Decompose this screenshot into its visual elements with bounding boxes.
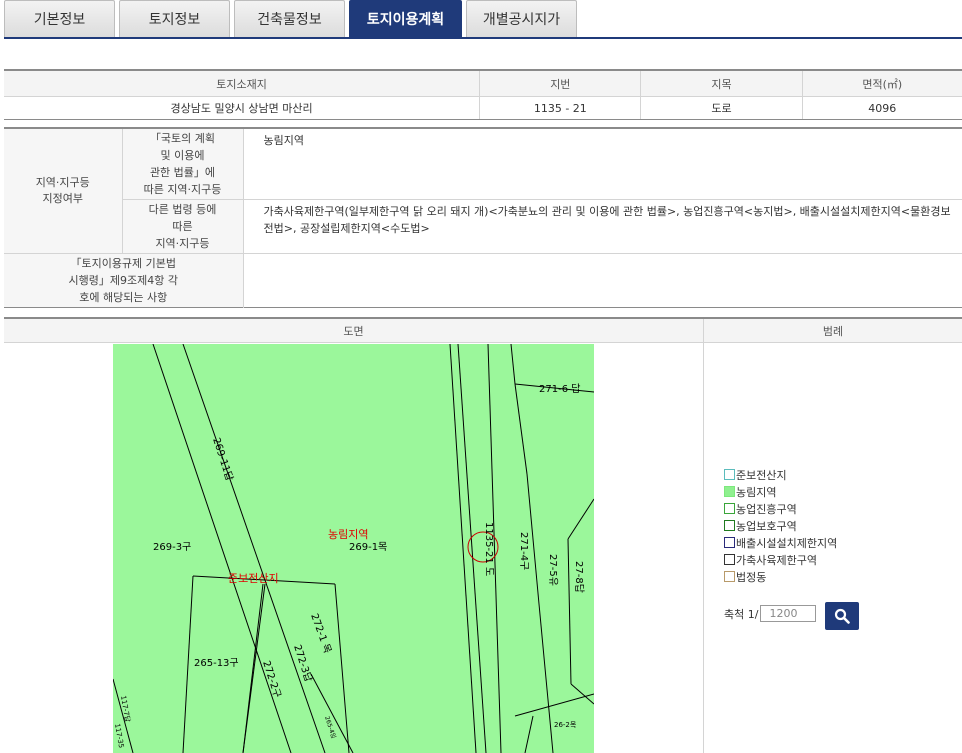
legend-label: 농업보호구역 [736,519,797,533]
zoning-other-law-value: 가축사육제한구역(일부제한구역 닭 오리 돼지 개)<가축분뇨의 관리 및 이용… [243,199,962,254]
legend-item: 준보전산지 [724,466,837,483]
land-table: 토지소재지 지번 지목 면적(㎡) 경상남도 밀양시 상남면 마산리 1135 … [4,69,962,120]
zone-label-semi-preserved-forest: 준보전산지 [228,572,279,585]
legend-item: 법정동 [724,568,837,585]
legend-item: 가축사육제한구역 [724,551,837,568]
legend-swatch [724,469,735,480]
legend-label: 배출시설설치제한지역 [736,536,838,550]
scale-control: 축척 1/ [724,605,817,622]
parcel-label-269-3: 269-3구 [153,542,191,553]
zoning-main-label: 지역·지구등 지정여부 [4,128,123,254]
map-legend: 준보전산지농림지역농업진흥구역농업보호구역배출시설설치제한지역가축사육제한구역법… [724,466,837,585]
header-lot-number: 지번 [479,69,642,97]
scale-input[interactable] [760,605,817,622]
parcel-label-271-4: 271-4구 [518,532,529,570]
map-section: 도면 범례 271-6 답 269-11답 269-3구 269-1목 1135… [4,317,962,753]
header-land-category: 지목 [640,69,803,97]
search-icon [834,608,850,624]
zoning-table: 지역·지구등 지정여부 「국토의 계획 및 이용에 관한 법률」에 따른 지역·… [4,127,962,308]
parcel-label-117-35: 117-35 [113,723,125,749]
cell-location: 경상남도 밀양시 상남면 마산리 [4,96,481,120]
legend-swatch [724,486,735,497]
section-divider [703,319,704,753]
legend-swatch [724,503,735,514]
scale-label: 축척 1/ [724,607,759,621]
legend-swatch [724,554,735,565]
parcel-label-27-5: 27-5유 [547,554,559,586]
parcel-label-265-4: 265-4임 [323,715,338,739]
cell-land-category: 도로 [640,96,803,120]
zoning-other-law-label: 다른 법령 등에 따른 지역·지구등 [122,199,244,254]
regulation-item-value [243,254,962,308]
tab-building-info[interactable]: 건축물정보 [234,0,345,37]
legend-header: 범례 [704,319,962,343]
parcel-label-1135-21: 1135-21 도 [483,522,494,576]
legend-label: 법정동 [736,570,767,584]
parcel-label-27-8: 27-8답 [573,561,585,593]
header-location: 토지소재지 [4,69,481,97]
parcel-label-265-13: 265-13구 [194,658,239,669]
legend-swatch [724,520,735,531]
parcel-label-272-3: 272-3답 [291,643,314,683]
legend-label: 농업진흥구역 [736,502,797,516]
map-header: 도면 [4,319,703,343]
legend-item: 배출시설설치제한지역 [724,534,837,551]
parcel-label-271-6: 271-6 답 [539,383,580,395]
legend-label: 가축사육제한구역 [736,553,817,567]
parcel-label-272-1: 272-1 목 [308,612,333,655]
parcel-label-269-11: 269-11답 [210,436,235,482]
cell-lot-number: 1135 - 21 [479,96,642,120]
tab-bar: 기본정보 토지정보 건축물정보 토지이용계획 개별공시지가 [4,0,962,39]
legend-label: 농림지역 [736,485,777,499]
parcel-label-26-2: 26-2목 [554,721,577,729]
legend-swatch [724,537,735,548]
tab-basic-info[interactable]: 기본정보 [4,0,115,37]
regulation-item-label: 「토지이용규제 기본법 시행령」제9조제4항 각 호에 해당되는 사항 [4,253,244,308]
parcel-label-272-2: 272-2구 [260,660,282,700]
legend-swatch [724,571,735,582]
zone-label-agriforest: 농림지역 [328,528,368,541]
legend-item: 농업보호구역 [724,517,837,534]
tab-official-land-price[interactable]: 개별공시지가 [466,0,577,37]
legend-item: 농업진흥구역 [724,500,837,517]
parcel-label-269-1: 269-1목 [349,541,387,553]
header-area: 면적(㎡) [802,69,962,97]
tab-underline [4,37,962,39]
cell-area: 4096 [802,96,962,120]
cadastral-map[interactable]: 271-6 답 269-11답 269-3구 269-1목 1135-21 도 … [113,344,594,753]
cadastral-map-drawing: 271-6 답 269-11답 269-3구 269-1목 1135-21 도 … [113,344,594,753]
zoning-national-law-value: 농림지역 [243,128,962,200]
tab-land-use-plan[interactable]: 토지이용계획 [349,0,462,37]
tab-land-info[interactable]: 토지정보 [119,0,230,37]
zoning-national-law-label: 「국토의 계획 및 이용에 관한 법률」에 따른 지역·지구등 [122,128,244,200]
scale-search-button[interactable] [825,602,859,630]
legend-label: 준보전산지 [736,468,787,482]
legend-item: 농림지역 [724,483,837,500]
